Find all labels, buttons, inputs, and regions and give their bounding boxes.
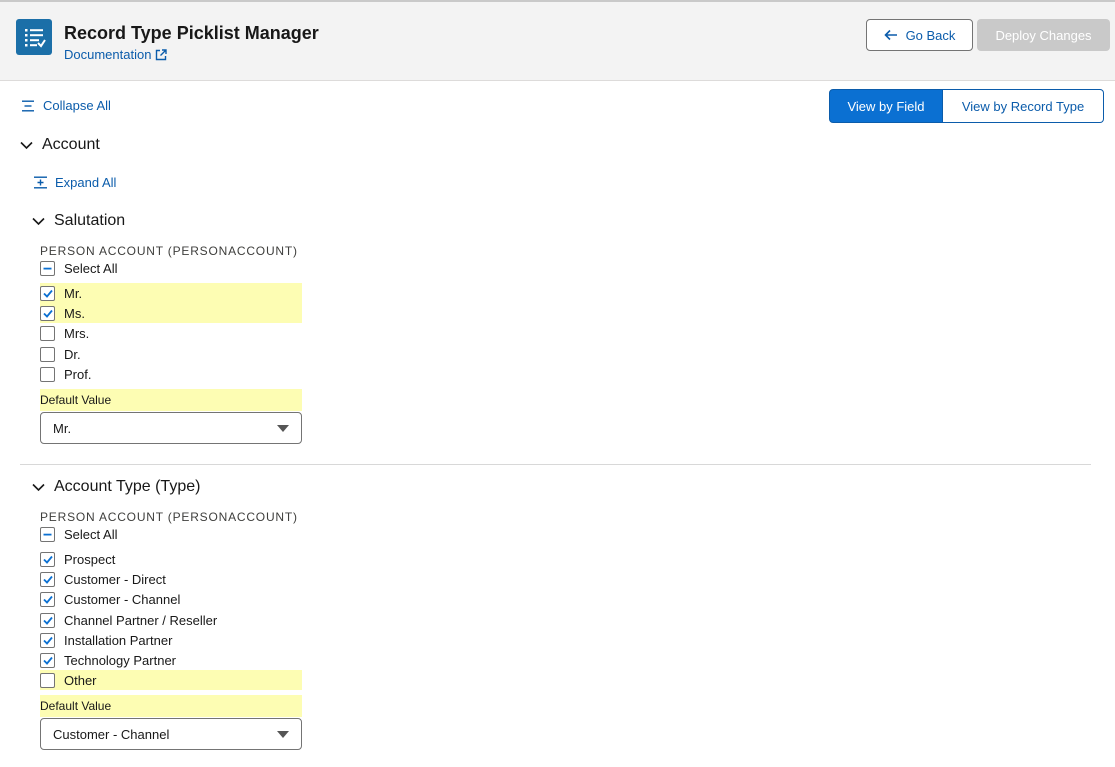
view-by-record-type-button[interactable]: View by Record Type <box>943 89 1104 123</box>
object-name: Account <box>42 136 100 153</box>
picklist-option[interactable]: Dr. <box>40 344 302 364</box>
check-icon <box>42 616 53 625</box>
go-back-label: Go Back <box>905 27 956 43</box>
dropdown-caret-icon <box>277 731 289 738</box>
picklist-option[interactable]: Other <box>40 670 302 690</box>
chevron-down-icon <box>32 217 45 225</box>
section-divider <box>20 464 1091 465</box>
page-title: Record Type Picklist Manager <box>64 23 319 43</box>
option-label: Mr. <box>64 285 83 301</box>
option-label: Technology Partner <box>64 652 177 668</box>
checkbox[interactable] <box>40 260 55 276</box>
select-all-label: Select All <box>64 526 118 542</box>
expand-all-icon <box>34 176 47 189</box>
field-section-header-account-type[interactable]: Account Type (Type) <box>32 478 200 496</box>
checkbox[interactable] <box>40 325 55 341</box>
checkbox[interactable] <box>40 526 55 542</box>
picklist-option[interactable]: Technology Partner <box>40 650 302 670</box>
option-label: Installation Partner <box>64 632 173 648</box>
dropdown-caret-icon <box>277 425 289 432</box>
field-section-header-salutation[interactable]: Salutation <box>32 212 125 230</box>
documentation-label: Documentation <box>64 47 152 62</box>
picklist-option[interactable]: Installation Partner <box>40 630 302 650</box>
option-label: Ms. <box>64 305 85 321</box>
arrow-left-icon <box>883 29 897 41</box>
picklist-option[interactable]: Channel Partner / Reseller <box>40 610 302 630</box>
select-all-label: Select All <box>64 260 118 276</box>
documentation-link[interactable]: Documentation <box>64 47 168 62</box>
check-icon <box>42 636 53 645</box>
record-type-label: PERSON ACCOUNT (PERSONACCOUNT) <box>40 244 298 258</box>
checkbox[interactable] <box>40 551 55 567</box>
option-label: Channel Partner / Reseller <box>64 612 218 628</box>
checkbox[interactable] <box>40 591 55 607</box>
picklist-option[interactable]: Prof. <box>40 364 302 384</box>
check-icon <box>42 595 53 604</box>
checkbox[interactable] <box>40 672 55 688</box>
minus-icon <box>43 267 52 269</box>
collapse-all-label: Collapse All <box>43 98 111 113</box>
view-by-field-button[interactable]: View by Field <box>829 89 943 123</box>
checkbox[interactable] <box>40 346 55 362</box>
option-label: Prof. <box>64 366 92 382</box>
select-all-checkbox[interactable]: Select All <box>40 258 302 278</box>
object-section-header[interactable]: Account <box>20 136 100 154</box>
expand-all-label: Expand All <box>55 175 117 190</box>
checkbox[interactable] <box>40 366 55 382</box>
external-link-icon <box>156 48 168 60</box>
go-back-button[interactable]: Go Back <box>866 19 973 51</box>
option-label: Prospect <box>64 551 116 567</box>
check-icon <box>42 656 53 665</box>
record-type-label: PERSON ACCOUNT (PERSONACCOUNT) <box>40 510 298 524</box>
option-label: Other <box>64 672 97 688</box>
view-toggle-group: View by Field View by Record Type <box>829 89 1104 123</box>
default-value-selected: Customer - Channel <box>53 726 170 742</box>
option-label: Customer - Channel <box>64 591 181 607</box>
deploy-changes-button[interactable]: Deploy Changes <box>977 19 1110 51</box>
default-value-selected: Mr. <box>53 420 72 436</box>
minus-icon <box>43 533 52 535</box>
field-name: Salutation <box>54 212 126 229</box>
collapse-all-button[interactable]: Collapse All <box>22 98 111 113</box>
check-icon <box>42 289 53 298</box>
list-icon <box>16 19 52 55</box>
collapse-all-icon <box>22 100 34 111</box>
check-icon <box>42 575 53 584</box>
checkbox[interactable] <box>40 612 55 628</box>
expand-all-button[interactable]: Expand All <box>34 175 116 190</box>
field-name: Account Type (Type) <box>54 478 201 495</box>
default-value-select[interactable]: Customer - Channel <box>40 718 302 750</box>
picklist-option[interactable]: Customer - Direct <box>40 569 302 589</box>
checkbox[interactable] <box>40 652 55 668</box>
default-value-label: Default Value <box>40 389 302 411</box>
picklist-option[interactable]: Ms. <box>40 303 302 323</box>
option-label: Dr. <box>64 346 81 362</box>
picklist-option[interactable]: Mrs. <box>40 323 302 343</box>
option-label: Customer - Direct <box>64 571 166 587</box>
checkbox[interactable] <box>40 632 55 648</box>
page-header: Record Type Picklist Manager Documentati… <box>0 0 1115 81</box>
check-icon <box>42 309 53 318</box>
deploy-changes-label: Deploy Changes <box>995 27 1092 43</box>
picklist-option[interactable]: Customer - Channel <box>40 589 302 609</box>
checkbox[interactable] <box>40 285 55 301</box>
select-all-checkbox[interactable]: Select All <box>40 524 302 544</box>
check-icon <box>42 555 53 564</box>
default-value-select[interactable]: Mr. <box>40 412 302 444</box>
default-value-label: Default Value <box>40 695 302 717</box>
picklist-option[interactable]: Prospect <box>40 549 302 569</box>
checkbox[interactable] <box>40 571 55 587</box>
chevron-down-icon <box>20 141 33 149</box>
checkbox[interactable] <box>40 305 55 321</box>
chevron-down-icon <box>32 483 45 491</box>
option-label: Mrs. <box>64 325 90 341</box>
picklist-option[interactable]: Mr. <box>40 283 302 303</box>
